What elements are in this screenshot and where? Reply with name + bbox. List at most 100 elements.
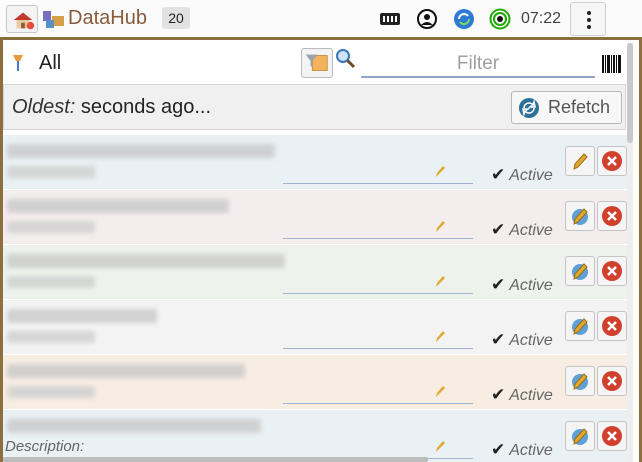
delete-button[interactable] <box>597 256 627 286</box>
pencil-icon <box>573 153 588 170</box>
edit-button[interactable] <box>565 201 595 231</box>
check-icon: ✔ <box>491 440 506 459</box>
edit-disabled-icon <box>572 318 588 335</box>
pencil-icon[interactable] <box>434 219 446 233</box>
list-item[interactable]: ✔ Active <box>3 245 627 300</box>
redacted-name <box>7 364 245 378</box>
status-text: Active <box>509 332 553 349</box>
check-icon: ✔ <box>491 275 506 294</box>
status-badge: ✔ Active <box>491 440 553 460</box>
list-item[interactable]: ✔ Active <box>3 355 627 410</box>
status-text: Active <box>509 277 553 294</box>
close-icon <box>602 426 622 446</box>
filter-input[interactable] <box>361 52 595 78</box>
kebab-menu-button[interactable] <box>570 2 606 36</box>
refetch-button[interactable]: Refetch <box>511 91 622 124</box>
pencil-icon[interactable] <box>434 329 446 343</box>
redacted-name <box>7 199 229 213</box>
check-icon: ✔ <box>491 385 506 404</box>
name-field[interactable] <box>283 293 473 294</box>
edit-button[interactable] <box>565 311 595 341</box>
status-badge: ✔ Active <box>491 220 553 240</box>
refetch-label: Refetch <box>548 97 611 117</box>
scope-selector[interactable]: All <box>39 52 61 75</box>
app-title: DataHub <box>68 7 147 29</box>
status-text: Active <box>509 167 553 184</box>
pencil-icon[interactable] <box>434 164 446 178</box>
filter-bar: All <box>3 43 639 83</box>
list-item[interactable]: ✔ Active <box>3 190 627 245</box>
edit-disabled-icon <box>572 263 588 280</box>
check-icon: ✔ <box>491 165 506 184</box>
redacted-name <box>7 254 285 268</box>
barcode-icon[interactable] <box>601 54 623 74</box>
check-icon: ✔ <box>491 220 506 239</box>
sync-icon[interactable] <box>453 8 475 30</box>
edit-disabled-icon <box>572 373 588 390</box>
delete-button[interactable] <box>597 311 627 341</box>
search-icon <box>336 49 356 69</box>
redacted-detail <box>7 331 95 343</box>
app-icon <box>43 11 64 28</box>
broadcast-icon[interactable] <box>489 8 511 30</box>
pencil-icon[interactable] <box>434 274 446 288</box>
redacted-name <box>7 419 261 433</box>
edit-button[interactable] <box>565 366 595 396</box>
refresh-icon <box>519 98 539 118</box>
oldest-status: Oldest: seconds ago... <box>12 96 211 119</box>
edit-button[interactable] <box>565 421 595 451</box>
close-icon <box>602 261 622 281</box>
close-icon <box>602 316 622 336</box>
redacted-name <box>7 144 275 158</box>
status-text: Active <box>509 442 553 459</box>
home-logo-icon <box>13 12 35 30</box>
list-item[interactable]: ✔ Active <box>3 135 627 190</box>
redacted-name <box>7 309 157 323</box>
count-badge: 20 <box>162 7 190 29</box>
delete-button[interactable] <box>597 421 627 451</box>
edit-disabled-icon <box>572 428 588 445</box>
delete-button[interactable] <box>597 366 627 396</box>
redacted-detail <box>7 166 95 178</box>
edit-disabled-icon <box>572 208 588 225</box>
oldest-bar: Oldest: seconds ago... Refetch <box>3 84 626 130</box>
redacted-detail <box>7 276 95 288</box>
home-button[interactable] <box>6 5 38 33</box>
horizontal-scrollbar[interactable] <box>3 457 428 462</box>
status-text: Active <box>509 222 553 239</box>
edit-button[interactable] <box>565 256 595 286</box>
kebab-menu-icon <box>587 11 591 15</box>
redacted-detail <box>7 386 95 398</box>
close-icon <box>602 206 622 226</box>
delete-button[interactable] <box>597 201 627 231</box>
status-badge: ✔ Active <box>491 385 553 405</box>
oldest-value: seconds ago... <box>80 96 212 118</box>
pin-icon[interactable] <box>11 53 25 73</box>
record-list: ✔ Active ✔ Active ✔ Active ✔ Active ✔ Ac… <box>3 135 627 462</box>
close-icon <box>602 151 622 171</box>
top-bar: DataHub 20 07:22 <box>0 0 642 40</box>
delete-button[interactable] <box>597 146 627 176</box>
check-icon: ✔ <box>491 330 506 349</box>
description-label: Description: <box>5 438 85 455</box>
filter-toggle-button[interactable] <box>301 48 333 78</box>
name-field[interactable] <box>283 238 473 239</box>
user-icon[interactable] <box>416 8 438 30</box>
redacted-detail <box>7 221 95 233</box>
status-badge: ✔ Active <box>491 330 553 350</box>
edit-button[interactable] <box>565 146 595 176</box>
list-item[interactable]: ✔ Active <box>3 300 627 355</box>
pencil-icon[interactable] <box>434 384 446 398</box>
pencil-icon[interactable] <box>434 439 446 453</box>
name-field[interactable] <box>283 403 473 404</box>
list-item[interactable]: Description: ✔ Active <box>3 410 627 462</box>
name-field[interactable] <box>283 348 473 349</box>
status-badge: ✔ Active <box>491 275 553 295</box>
clock: 07:22 <box>521 10 562 27</box>
signal-icon[interactable] <box>379 8 401 30</box>
oldest-label: Oldest: <box>12 96 76 118</box>
vertical-scroll-thumb[interactable] <box>627 43 633 143</box>
name-field[interactable] <box>283 183 473 184</box>
close-icon <box>602 371 622 391</box>
kebab-menu-icon <box>587 25 591 29</box>
